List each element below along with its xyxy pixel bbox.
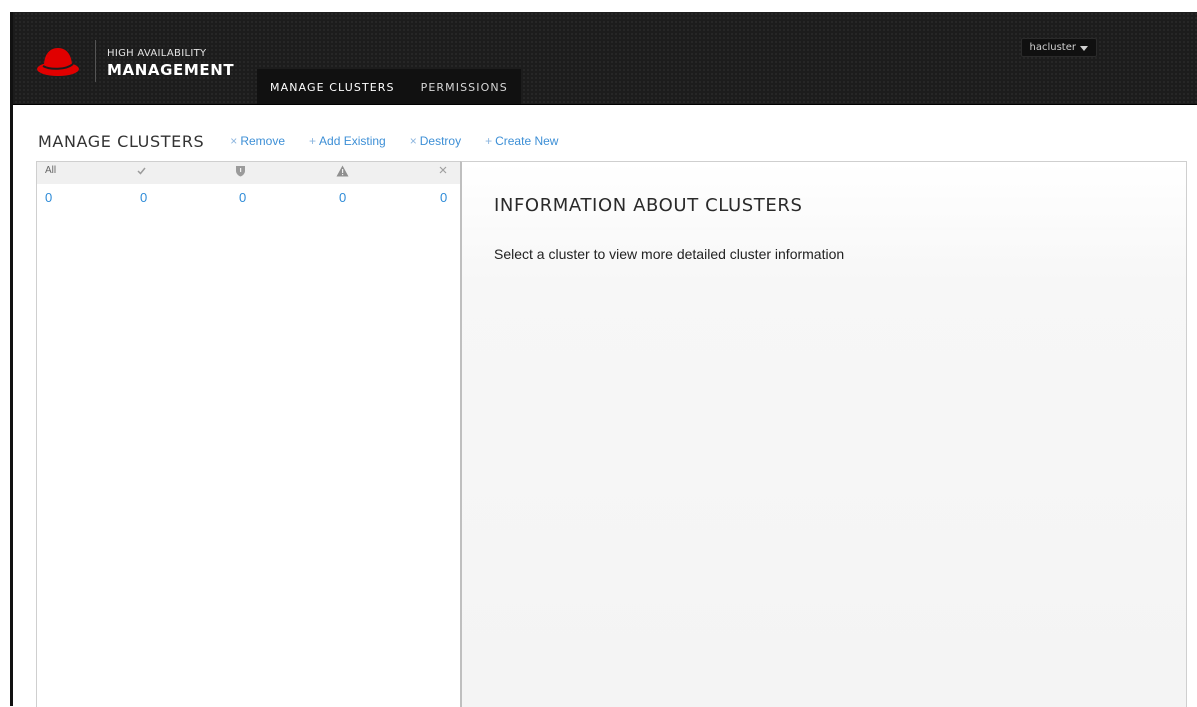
tab-manage-clusters[interactable]: MANAGE CLUSTERS — [257, 69, 408, 104]
info-text: Select a cluster to view more detailed c… — [494, 246, 845, 262]
close-icon: × — [409, 134, 417, 148]
close-icon: × — [230, 134, 238, 148]
window-margin — [0, 0, 10, 706]
warning-icon[interactable] — [336, 165, 349, 180]
filter-all[interactable]: All — [45, 165, 56, 176]
check-icon[interactable] — [136, 165, 147, 179]
cluster-list-panel: All 0 0 0 0 0 — [36, 161, 461, 707]
remove-button[interactable]: × Remove — [230, 134, 285, 148]
page-title: MANAGE CLUSTERS — [38, 131, 205, 151]
create-new-label: Create New — [495, 134, 559, 148]
count-warning[interactable]: 0 — [339, 190, 346, 205]
add-existing-label: Add Existing — [319, 134, 386, 148]
top-header: HIGH AVAILABILITY MANAGEMENT MANAGE CLUS… — [10, 12, 1197, 105]
destroy-label: Destroy — [419, 134, 462, 148]
cluster-toolbar: MANAGE CLUSTERS × Remove + Add Existing × D… — [38, 131, 582, 151]
tab-permissions[interactable]: PERMISSIONS — [408, 69, 521, 104]
add-existing-button[interactable]: + Add Existing — [309, 134, 386, 148]
info-title: INFORMATION ABOUT CLUSTERS — [494, 195, 803, 216]
redhat-logo-icon[interactable] — [34, 44, 82, 80]
plus-icon: + — [485, 134, 493, 148]
close-icon[interactable] — [438, 165, 448, 178]
user-menu-button[interactable]: hacluster — [1020, 38, 1097, 57]
brand-subtitle: HIGH AVAILABILITY — [107, 48, 207, 59]
user-name: hacluster — [1029, 42, 1076, 53]
remove-label: Remove — [240, 134, 285, 148]
shield-icon[interactable] — [235, 165, 246, 180]
brand-title: MANAGEMENT — [107, 61, 235, 79]
chevron-down-icon — [1080, 46, 1088, 51]
status-filter-header: All — [37, 162, 460, 184]
destroy-button[interactable]: × Destroy — [410, 134, 461, 148]
window-edge — [10, 12, 13, 706]
cluster-info-panel: INFORMATION ABOUT CLUSTERS Select a clus… — [460, 161, 1187, 707]
main-nav: MANAGE CLUSTERS PERMISSIONS — [257, 69, 521, 104]
count-error[interactable]: 0 — [440, 190, 447, 205]
count-shield[interactable]: 0 — [239, 190, 246, 205]
plus-icon: + — [309, 134, 317, 148]
count-all[interactable]: 0 — [45, 190, 52, 205]
count-ok[interactable]: 0 — [140, 190, 147, 205]
brand-divider — [95, 40, 96, 82]
create-new-button[interactable]: + Create New — [485, 134, 558, 148]
